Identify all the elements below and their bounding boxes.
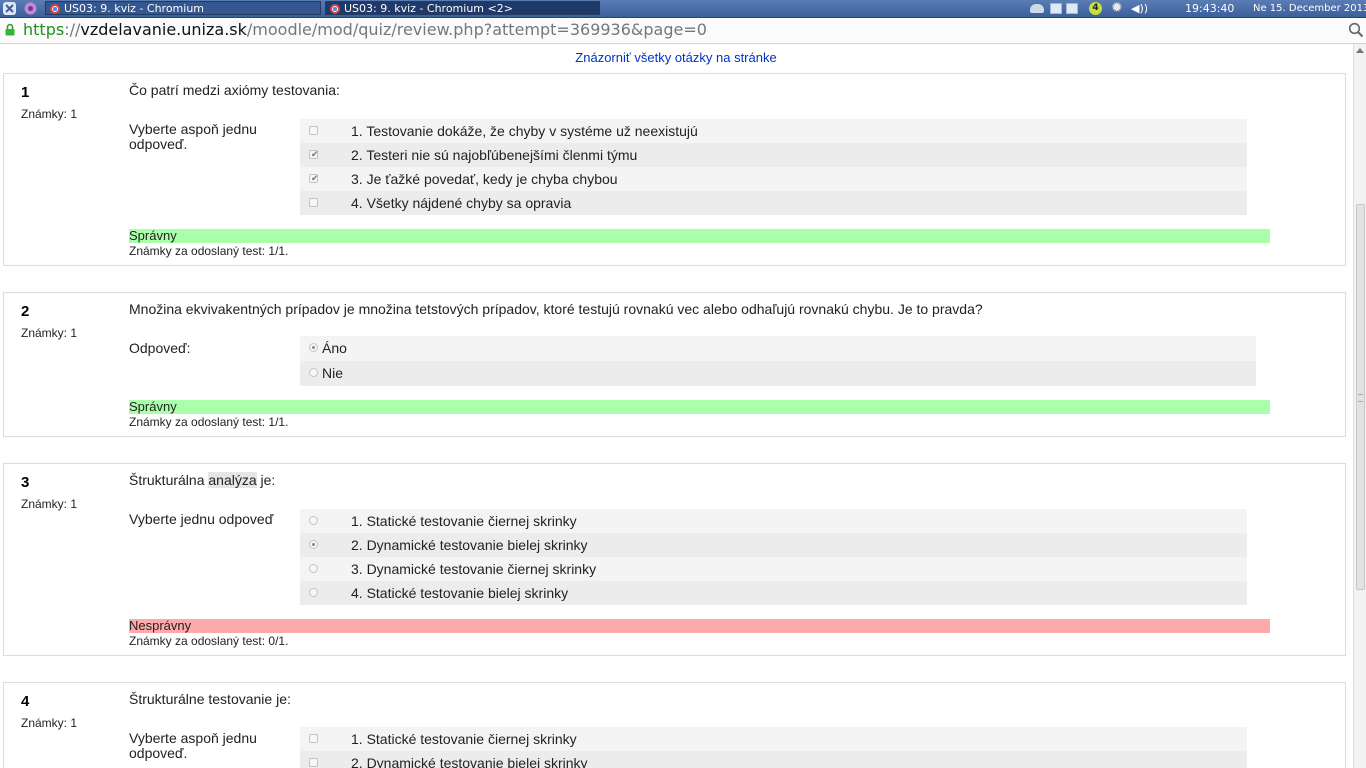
answer-prompt: Vyberte aspoň jednu odpoveď. [129,730,257,761]
answer-label: 4. Všetky nájdené chyby sa opravia [351,195,572,211]
answer-checkbox[interactable] [309,758,318,767]
question-2: 2 Známky: 1 Množina ekvivakentných prípa… [3,292,1346,437]
answer-label: 2. Testeri nie sú najobľúbenejšími členm… [351,147,638,163]
answer-radio-selected[interactable] [309,343,318,352]
answer-radio[interactable] [309,516,318,525]
show-all-questions-link[interactable]: Znázorniť všetky otázky na stránke [0,50,1352,65]
answer-checkbox[interactable] [309,734,318,743]
question-text-part: je: [256,472,276,488]
answer-option[interactable]: 4. Všetky nájdené chyby sa opravia [300,191,1247,215]
app-menu-icon[interactable] [2,1,17,16]
question-text: Čo patrí medzi axiómy testovania: [129,82,340,98]
answer-checkbox[interactable] [309,126,318,135]
answer-label: Áno [322,340,347,356]
question-marks: Známky: 1 [21,497,78,511]
answer-checkbox[interactable] [309,198,318,207]
question-text-highlight: analýza [208,472,257,488]
answer-option[interactable]: 1. Statické testovanie čiernej skrinky [300,727,1247,751]
answer-prompt: Odpoveď: [129,340,191,356]
answer-option[interactable]: Nie [300,361,1256,386]
answer-option[interactable]: 2. Dynamické testovanie bielej skrinky [300,533,1247,557]
answer-state-correct: Správny [129,400,1270,414]
scroll-up-arrow[interactable] [1356,48,1364,53]
question-number: 3 [21,474,30,491]
grade-text: Známky za odoslaný test: 0/1. [129,634,289,648]
question-text-part: Štrukturálna [129,472,209,488]
answer-label: 4. Statické testovanie bielej skrinky [351,585,569,601]
answer-label: 1. Testovanie dokáže, že chyby v systéme… [351,123,698,139]
answer-radio-selected[interactable] [309,540,318,549]
answer-option[interactable]: 4. Statické testovanie bielej skrinky [300,581,1247,605]
question-marks: Známky: 1 [21,107,78,121]
answer-prompt: Vyberte jednu odpoveď [129,511,274,527]
taskbar-task-2[interactable]: US03: 9. kviz - Chromium <2> [325,1,600,15]
url-path: /moodle/mod/quiz/review.php?attempt=3699… [246,20,707,39]
question-text: Štrukturálne testovanie je: [129,691,291,707]
answer-option[interactable]: 1. Testovanie dokáže, že chyby v systéme… [300,119,1247,143]
taskbar-task-1[interactable]: US03: 9. kviz - Chromium [45,1,321,15]
answer-radio[interactable] [309,588,318,597]
question-marks: Známky: 1 [21,716,78,730]
network-icon[interactable] [1030,4,1044,13]
answer-list: Áno Nie [300,336,1256,386]
grade-text: Známky za odoslaný test: 1/1. [129,415,289,429]
taskbar-task-label: US03: 9. kviz - Chromium <2> [344,2,513,15]
question-3: 3 Známky: 1 Štrukturálna analýza je: Vyb… [3,463,1346,656]
question-text: Štrukturálna analýza je: [129,472,275,488]
question-1: 1 Známky: 1 Čo patrí medzi axiómy testov… [3,73,1346,266]
answer-radio[interactable] [309,368,318,377]
scroll-grip [1358,394,1363,402]
question-text: Množina ekvivakentných prípadov je množi… [129,301,983,317]
answer-list: 1. Statické testovanie čiernej skrinky 2… [300,509,1247,605]
answer-prompt: Vyberte aspoň jednu odpoveď. [129,121,257,152]
answer-option[interactable]: 3. Dynamické testovanie čiernej skrinky [300,557,1247,581]
answer-state-incorrect: Nesprávny [129,619,1270,633]
address-bar[interactable]: https://vzdelavanie.uniza.sk/moodle/mod/… [0,18,1366,44]
url-scheme: https [23,20,65,39]
answer-option[interactable]: ✔ 3. Je ťažké povedať, kedy je chyba chy… [300,167,1247,191]
zoom-icon[interactable] [1348,22,1364,38]
url-separator: :// [64,20,81,39]
answer-state-correct: Správny [129,229,1270,243]
answer-option[interactable]: Áno [300,336,1256,361]
answer-label: Nie [322,365,344,381]
chromium-icon [330,4,340,14]
question-number: 1 [21,84,30,101]
answer-list: 1. Testovanie dokáže, že chyby v systéme… [300,119,1247,215]
answer-label: 2. Dynamické testovanie bielej skrinky [351,755,588,768]
volume-icon[interactable]: ◀)) [1131,1,1148,16]
answer-option[interactable]: 1. Statické testovanie čiernej skrinky [300,509,1247,533]
url-text[interactable]: https://vzdelavanie.uniza.sk/moodle/mod/… [23,20,707,40]
answer-option[interactable]: ✔ 2. Testeri nie sú najobľúbenejšími čle… [300,143,1247,167]
gear-icon[interactable]: ✹ [1111,1,1123,16]
workspace-switcher-2[interactable] [1066,3,1078,14]
taskbar-task-label: US03: 9. kviz - Chromium [64,2,205,15]
answer-checkbox-checked[interactable]: ✔ [309,174,319,183]
answer-label: 2. Dynamické testovanie bielej skrinky [351,537,588,553]
question-number: 2 [21,303,30,320]
launcher-icon[interactable] [23,1,38,16]
answer-label: 1. Statické testovanie čiernej skrinky [351,513,577,529]
answer-radio[interactable] [309,564,318,573]
date[interactable]: Ne 15. December 2013 [1253,0,1366,17]
chromium-icon [50,4,60,14]
answer-checkbox-checked[interactable]: ✔ [309,150,319,159]
answer-label: 3. Je ťažké povedať, kedy je chyba chybo… [351,171,618,187]
lock-icon [5,23,15,36]
answer-label: 1. Statické testovanie čiernej skrinky [351,731,577,747]
answer-label: 3. Dynamické testovanie čiernej skrinky [351,561,597,577]
taskbar: US03: 9. kviz - Chromium US03: 9. kviz -… [0,0,1366,18]
answer-list: 1. Statické testovanie čiernej skrinky 2… [300,727,1247,768]
question-number: 4 [21,693,30,710]
notification-badge[interactable]: 4 [1089,2,1102,15]
question-4: 4 Známky: 1 Štrukturálne testovanie je: … [3,682,1346,768]
url-host: vzdelavanie.uniza.sk [80,20,247,39]
answer-option[interactable]: 2. Dynamické testovanie bielej skrinky [300,751,1247,768]
question-marks: Známky: 1 [21,326,78,340]
page-content: Znázorniť všetky otázky na stránke 1 Zná… [0,44,1352,768]
clock[interactable]: 19:43:40 [1185,0,1234,17]
workspace-switcher[interactable] [1050,3,1062,14]
grade-text: Známky za odoslaný test: 1/1. [129,244,289,258]
